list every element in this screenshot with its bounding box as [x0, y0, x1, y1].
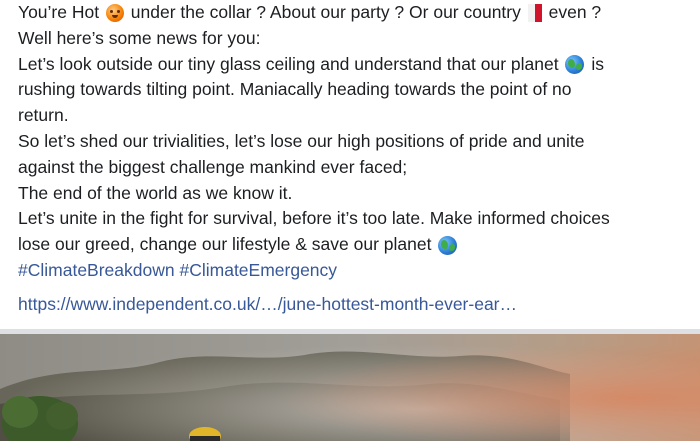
- line1-part-c: even ?: [543, 2, 602, 22]
- post-line-8: The end of the world as we know it.: [18, 181, 688, 207]
- hot-face-icon: [105, 3, 124, 22]
- globe-icon: [438, 235, 458, 255]
- line2-text: Well here’s some news for you:: [18, 27, 261, 48]
- line1-part-a: You’re Hot: [18, 2, 104, 22]
- post-line-7: against the biggest challenge mankind ev…: [18, 155, 688, 181]
- article-link[interactable]: https://www.independent.co.uk/…/june-hot…: [18, 294, 517, 314]
- line8-text: The end of the world as we know it.: [18, 182, 293, 203]
- line1-part-b: under the collar ? About our party ? Or …: [125, 2, 526, 22]
- post-line-2: Well here’s some news for you:: [18, 26, 688, 52]
- post-line-4: rushing towards tilting point. Maniacall…: [18, 77, 688, 103]
- malta-flag-icon: [527, 3, 542, 22]
- post-line-10: lose our greed, change our lifestyle & s…: [18, 232, 688, 258]
- post-line-6: So let’s shed our trivialities, let’s lo…: [18, 129, 688, 155]
- wildfire-photo: [0, 334, 700, 441]
- post-line-5: return.: [18, 103, 688, 129]
- hashtag-climate-breakdown[interactable]: #ClimateBreakdown: [18, 258, 175, 284]
- line5-text: return.: [18, 105, 69, 126]
- post-text: You’re Hot under the collar ? About our …: [18, 0, 688, 316]
- line6-text: So let’s shed our trivialities, let’s lo…: [18, 130, 585, 151]
- line7-text: against the biggest challenge mankind ev…: [18, 156, 408, 177]
- globe-icon: [565, 54, 585, 74]
- line10-part-a: lose our greed, change our lifestyle & s…: [18, 234, 437, 255]
- line9-text: Let’s unite in the fight for survival, b…: [18, 208, 610, 229]
- post-line-9: Let’s unite in the fight for survival, b…: [18, 206, 688, 232]
- link-preview-image[interactable]: [0, 334, 700, 441]
- line4-text: rushing towards tilting point. Maniacall…: [18, 79, 572, 100]
- post-line-3: Let’s look outside our tiny glass ceilin…: [18, 52, 688, 78]
- hashtag-climate-emergency[interactable]: #ClimateEmergency: [179, 258, 337, 284]
- line3-part-b: is: [586, 53, 604, 74]
- post-line-1: You’re Hot under the collar ? About our …: [18, 0, 688, 26]
- line3-part-a: Let’s look outside our tiny glass ceilin…: [18, 53, 564, 74]
- article-link-line: https://www.independent.co.uk/…/june-hot…: [18, 292, 688, 316]
- hashtag-line: #ClimateBreakdown #ClimateEmergency: [18, 258, 688, 284]
